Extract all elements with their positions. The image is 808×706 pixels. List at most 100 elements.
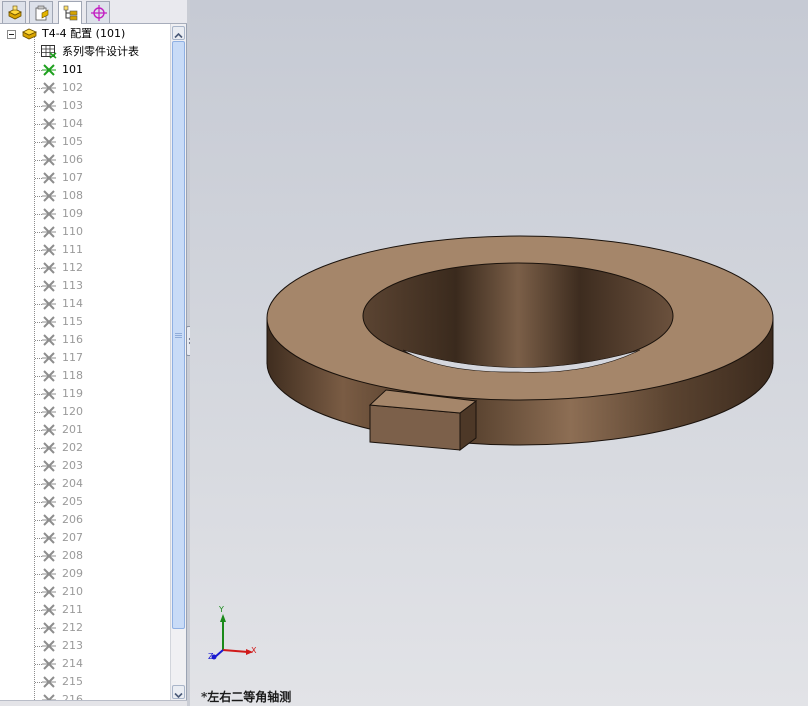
config-item[interactable]: 102 — [0, 79, 170, 97]
tab-feature-manager[interactable] — [2, 1, 26, 23]
config-item[interactable]: 203 — [0, 457, 170, 475]
tree-branch — [35, 520, 42, 521]
config-label: 110 — [62, 225, 83, 238]
configuration-icon — [42, 586, 56, 598]
config-item[interactable]: 120 — [0, 403, 170, 421]
config-label: 112 — [62, 261, 83, 274]
graphics-viewport[interactable]: Y X Z — [190, 0, 808, 706]
config-item[interactable]: 115 — [0, 313, 170, 331]
tree-branch — [35, 124, 42, 125]
config-label: 119 — [62, 387, 83, 400]
tree-branch — [35, 178, 42, 179]
triad-y-label: Y — [219, 605, 224, 614]
configuration-icon — [42, 640, 56, 652]
config-item[interactable]: 113 — [0, 277, 170, 295]
config-item[interactable]: 205 — [0, 493, 170, 511]
panel-bottom-strip — [0, 700, 187, 706]
config-label: 108 — [62, 189, 83, 202]
tree-branch — [35, 412, 42, 413]
config-item[interactable]: 202 — [0, 439, 170, 457]
configuration-icon — [42, 352, 56, 364]
scroll-down-button[interactable] — [172, 685, 185, 699]
config-label: 206 — [62, 513, 83, 526]
washer-part[interactable] — [266, 235, 774, 451]
config-item[interactable]: 114 — [0, 295, 170, 313]
config-label: 120 — [62, 405, 83, 418]
tree-branch — [35, 70, 42, 71]
configuration-icon — [42, 316, 56, 328]
tree-branch — [35, 358, 42, 359]
configuration-icon — [42, 604, 56, 616]
config-item[interactable]: 208 — [0, 547, 170, 565]
config-label: 213 — [62, 639, 83, 652]
design-table-item[interactable]: 系列零件设计表 — [0, 43, 170, 61]
config-label: 114 — [62, 297, 83, 310]
config-item[interactable]: 211 — [0, 601, 170, 619]
config-item[interactable]: 101 — [0, 61, 170, 79]
tree-branch — [35, 484, 42, 485]
feature-tree-icon — [8, 5, 22, 20]
tree-scrollbar[interactable] — [170, 24, 186, 700]
part-3d-view[interactable] — [190, 0, 808, 706]
config-item[interactable]: 107 — [0, 169, 170, 187]
tree-branch — [35, 376, 42, 377]
configuration-icon — [42, 676, 56, 688]
config-item[interactable]: 116 — [0, 331, 170, 349]
config-item[interactable]: 210 — [0, 583, 170, 601]
config-item[interactable]: 118 — [0, 367, 170, 385]
tab-property-manager[interactable] — [29, 1, 53, 23]
tree-branch — [35, 646, 42, 647]
configuration-icon — [42, 460, 56, 472]
config-item[interactable]: 110 — [0, 223, 170, 241]
config-item[interactable]: 214 — [0, 655, 170, 673]
config-item[interactable]: 213 — [0, 637, 170, 655]
config-item[interactable]: 108 — [0, 187, 170, 205]
config-item[interactable]: 106 — [0, 151, 170, 169]
config-item[interactable]: 212 — [0, 619, 170, 637]
configuration-icon — [42, 424, 56, 436]
configuration-icon — [42, 388, 56, 400]
config-item[interactable]: 204 — [0, 475, 170, 493]
config-item[interactable]: 104 — [0, 115, 170, 133]
tab-dimxpert-manager[interactable] — [86, 1, 110, 23]
tab-configuration-manager[interactable] — [58, 1, 82, 24]
config-label: 203 — [62, 459, 83, 472]
config-item[interactable]: 119 — [0, 385, 170, 403]
config-item[interactable]: 216 — [0, 691, 170, 700]
config-item[interactable]: 112 — [0, 259, 170, 277]
config-label: 205 — [62, 495, 83, 508]
config-item[interactable]: 209 — [0, 565, 170, 583]
configuration-icon — [42, 496, 56, 508]
config-item[interactable]: 111 — [0, 241, 170, 259]
scroll-up-button[interactable] — [172, 26, 185, 40]
design-table-label: 系列零件设计表 — [62, 45, 139, 58]
config-item[interactable]: 105 — [0, 133, 170, 151]
collapse-icon[interactable] — [7, 30, 16, 39]
config-item[interactable]: 207 — [0, 529, 170, 547]
tree-branch — [35, 232, 42, 233]
tree-branch — [35, 466, 42, 467]
configuration-icon — [42, 550, 56, 562]
tree-branch — [35, 556, 42, 557]
config-item[interactable]: 109 — [0, 205, 170, 223]
config-item[interactable]: 215 — [0, 673, 170, 691]
config-label: 101 — [62, 63, 83, 76]
config-label: 117 — [62, 351, 83, 364]
config-item[interactable]: 117 — [0, 349, 170, 367]
config-label: 201 — [62, 423, 83, 436]
axis-triad — [211, 614, 253, 660]
tree-branch — [35, 592, 42, 593]
configuration-icon — [42, 514, 56, 526]
tree-branch — [35, 322, 42, 323]
design-table-icon — [41, 45, 57, 59]
config-label: 111 — [62, 243, 83, 256]
config-item[interactable]: 103 — [0, 97, 170, 115]
configuration-icon — [42, 100, 56, 112]
config-item[interactable]: 201 — [0, 421, 170, 439]
config-item[interactable]: 206 — [0, 511, 170, 529]
tree-branch — [35, 394, 42, 395]
scroll-thumb[interactable] — [172, 41, 185, 629]
tree-root-item[interactable]: T4-4 配置 (101) — [0, 25, 170, 43]
config-label: 113 — [62, 279, 83, 292]
tree-branch — [35, 538, 42, 539]
